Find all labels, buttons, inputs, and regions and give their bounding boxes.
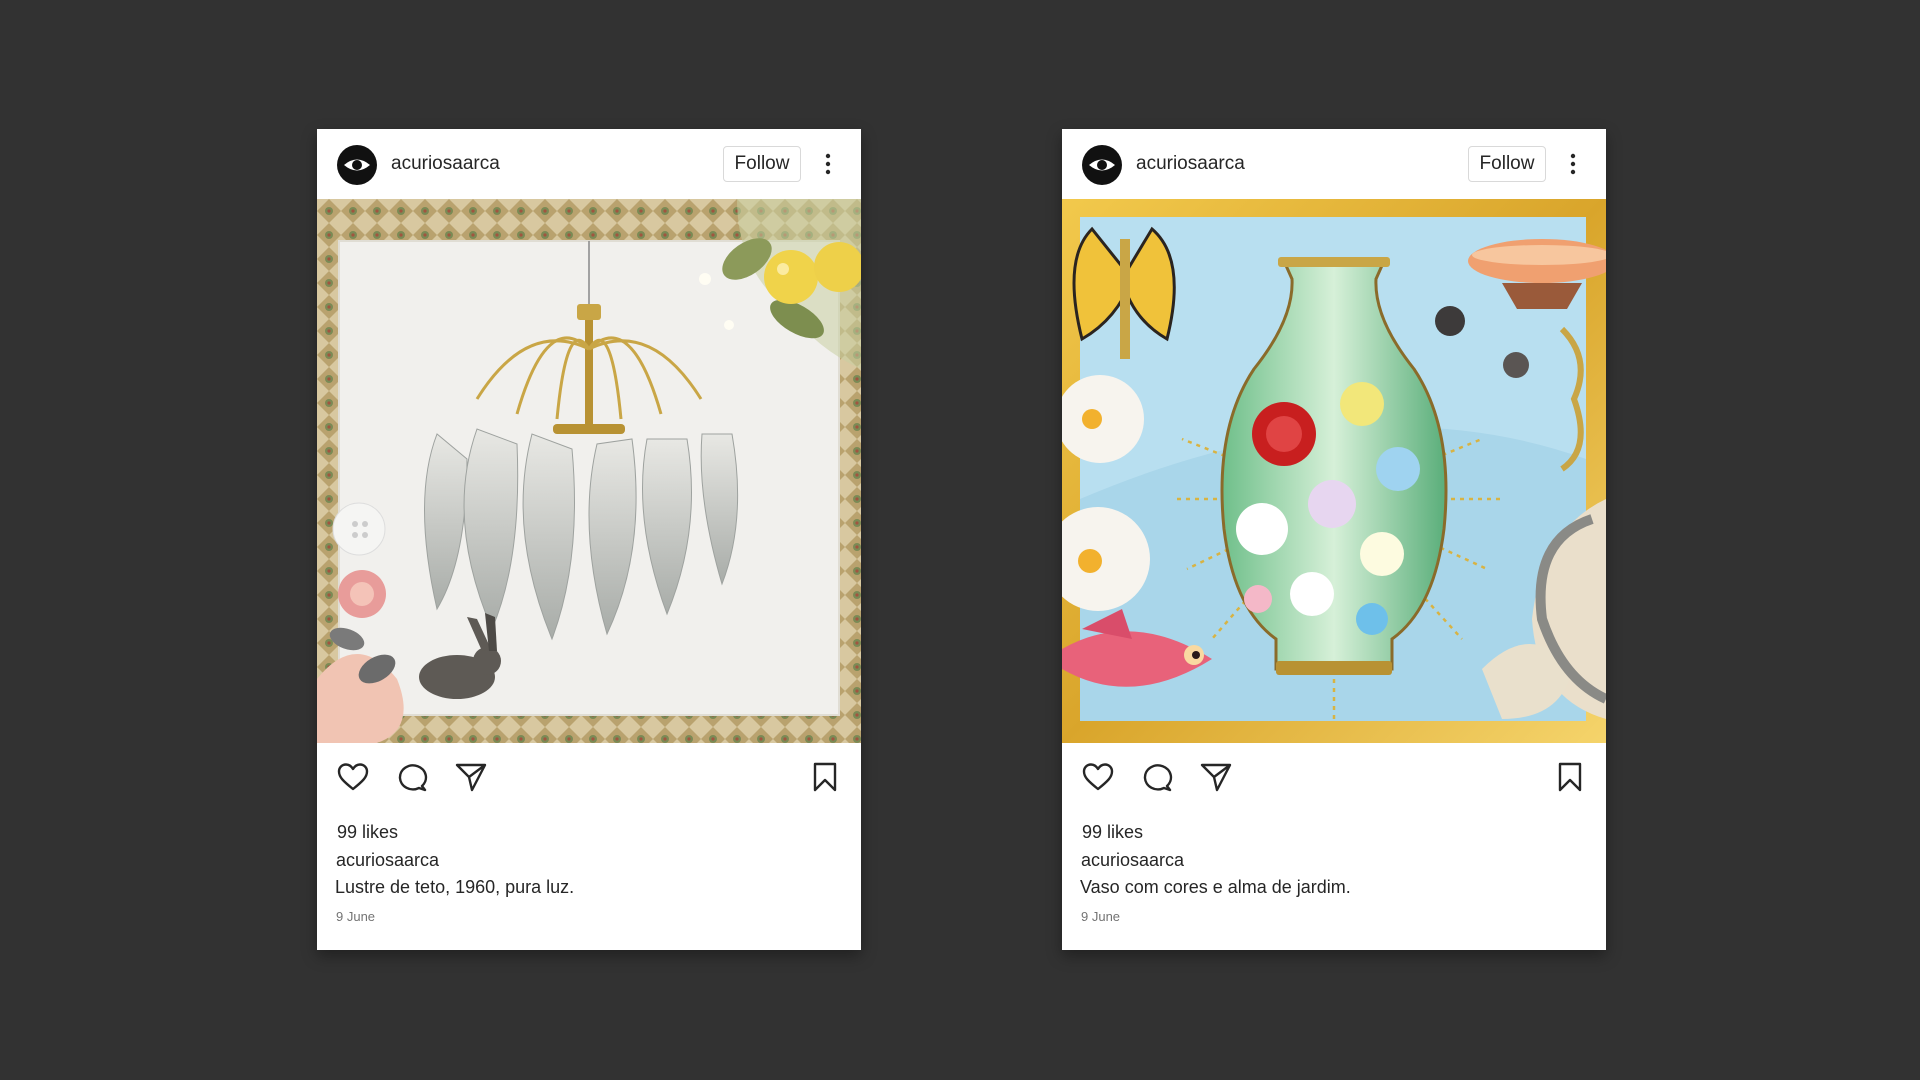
more-options-icon[interactable] xyxy=(1563,151,1583,177)
post-date: 9 June xyxy=(336,909,376,924)
post-caption: Vaso com cores e alma de jardim. xyxy=(1080,877,1351,897)
post-caption: Lustre de teto, 1960, pura luz. xyxy=(335,877,575,897)
post-date: 9 June xyxy=(1081,909,1121,924)
likes-count[interactable]: 99 likes xyxy=(337,822,398,843)
bookmark-icon[interactable] xyxy=(811,762,839,792)
eye-logo-icon xyxy=(344,159,370,171)
post-username[interactable]: acuriosaarca xyxy=(1136,153,1245,175)
post-username[interactable]: acuriosaarca xyxy=(391,153,500,175)
post-image-vase[interactable] xyxy=(1062,199,1606,743)
avatar[interactable] xyxy=(337,145,377,185)
heart-icon[interactable] xyxy=(1082,762,1114,792)
avatar[interactable] xyxy=(1082,145,1122,185)
send-icon[interactable] xyxy=(1200,762,1232,792)
follow-button[interactable]: Follow xyxy=(723,146,801,182)
post-header: acuriosaarca Follow xyxy=(317,129,861,199)
post-image-chandelier[interactable] xyxy=(317,199,861,743)
follow-button[interactable]: Follow xyxy=(1468,146,1546,182)
post-card: acuriosaarca Follow 99 likes acuriosaarc… xyxy=(317,129,861,950)
eye-logo-icon xyxy=(1089,159,1115,171)
more-options-icon[interactable] xyxy=(818,151,838,177)
post-actions xyxy=(1062,743,1606,803)
post-actions xyxy=(317,743,861,803)
comment-icon[interactable] xyxy=(396,762,428,792)
heart-icon[interactable] xyxy=(337,762,369,792)
bookmark-icon[interactable] xyxy=(1556,762,1584,792)
caption-username[interactable]: acuriosaarca xyxy=(1081,850,1184,871)
post-card: acuriosaarca Follow 99 likes acuriosaarc… xyxy=(1062,129,1606,950)
post-header: acuriosaarca Follow xyxy=(1062,129,1606,199)
send-icon[interactable] xyxy=(455,762,487,792)
likes-count[interactable]: 99 likes xyxy=(1082,822,1143,843)
comment-icon[interactable] xyxy=(1141,762,1173,792)
caption-username[interactable]: acuriosaarca xyxy=(336,850,439,871)
